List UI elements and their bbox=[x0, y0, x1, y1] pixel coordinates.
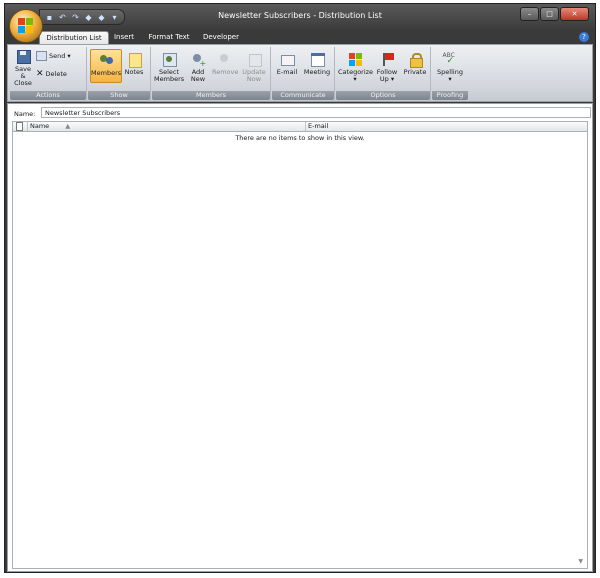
save-close-button[interactable]: Save & Close bbox=[12, 49, 34, 87]
lock-icon bbox=[408, 52, 423, 68]
group-members: Select Members + Add New Remove Update N… bbox=[152, 47, 271, 100]
outlook-window: ▪ ↶ ↷ ◆ ◆ ▾ Newsletter Subscribers - Dis… bbox=[4, 3, 596, 573]
remove-icon bbox=[218, 52, 233, 67]
spelling-button[interactable]: ABC ✓ Spelling ▾ bbox=[434, 49, 466, 83]
title-bar: ▪ ↶ ↷ ◆ ◆ ▾ Newsletter Subscribers - Dis… bbox=[5, 4, 595, 43]
office-logo-icon bbox=[18, 18, 33, 33]
group-label-actions: Actions bbox=[10, 91, 86, 100]
group-label-options: Options bbox=[336, 91, 430, 100]
tab-developer[interactable]: Developer bbox=[201, 31, 241, 44]
ribbon-tabs: Distribution List Insert Format Text Dev… bbox=[5, 30, 595, 45]
office-button[interactable] bbox=[9, 9, 43, 43]
send-button[interactable]: Send ▾ bbox=[36, 51, 71, 61]
members-view-button[interactable]: Members bbox=[90, 49, 122, 83]
categorize-icon bbox=[348, 52, 363, 67]
empty-list-message: There are no items to show in this view. bbox=[235, 134, 365, 142]
chevron-down-icon: ▾ bbox=[390, 75, 395, 83]
update-now-icon bbox=[247, 52, 262, 67]
delete-button[interactable]: ✕ Delete bbox=[36, 69, 67, 79]
notes-button[interactable]: Notes bbox=[122, 49, 146, 76]
name-field[interactable]: Newsletter Subscribers bbox=[41, 107, 591, 118]
minimize-button[interactable]: – bbox=[520, 7, 539, 21]
page-icon bbox=[16, 122, 23, 131]
window-title: Newsletter Subscribers - Distribution Li… bbox=[218, 11, 382, 20]
members-icon bbox=[99, 53, 114, 68]
select-members-button[interactable]: Select Members bbox=[154, 49, 184, 83]
send-icon bbox=[36, 51, 47, 61]
remove-button[interactable]: Remove bbox=[212, 49, 238, 76]
ribbon: Save & Close Send ▾ ✕ Delete Actions Mem… bbox=[7, 44, 593, 102]
delete-icon: ✕ bbox=[36, 69, 44, 79]
column-header-email[interactable]: E-mail bbox=[305, 122, 580, 131]
help-icon[interactable]: ? bbox=[579, 32, 589, 42]
sort-ascending-icon: ▲ bbox=[65, 122, 71, 130]
spelling-check-icon: ABC ✓ bbox=[442, 52, 455, 66]
group-actions: Save & Close Send ▾ ✕ Delete Actions bbox=[10, 47, 87, 100]
private-button[interactable]: Private bbox=[402, 49, 428, 76]
maximize-button[interactable]: □ bbox=[540, 7, 559, 21]
group-label-members: Members bbox=[152, 91, 270, 100]
column-header-name[interactable]: Name ▲ bbox=[27, 122, 306, 131]
members-list[interactable]: Name ▲ E-mail There are no items to show… bbox=[12, 121, 588, 569]
group-label-proofing: Proofing bbox=[432, 91, 468, 100]
scroll-down-icon[interactable]: ▼ bbox=[578, 558, 583, 565]
name-row: Name: Newsletter Subscribers bbox=[12, 107, 591, 120]
add-new-button[interactable]: + Add New bbox=[186, 49, 210, 83]
update-now-button[interactable]: Update Now bbox=[240, 49, 268, 83]
group-show: Members Notes Show bbox=[88, 47, 151, 100]
meeting-icon bbox=[310, 52, 325, 67]
chevron-down-icon: ▾ bbox=[448, 75, 452, 83]
name-label: Name: bbox=[14, 110, 36, 118]
chevron-down-icon: ▾ bbox=[67, 52, 71, 60]
tab-format-text[interactable]: Format Text bbox=[145, 31, 193, 44]
icon-column-header[interactable] bbox=[16, 122, 23, 131]
save-close-icon bbox=[16, 49, 31, 64]
list-header: Name ▲ E-mail bbox=[13, 122, 587, 132]
meeting-button[interactable]: Meeting bbox=[302, 49, 332, 76]
group-label-show: Show bbox=[88, 91, 150, 100]
add-new-icon: + bbox=[191, 52, 206, 68]
categorize-button[interactable]: Categorize ▾ bbox=[338, 49, 373, 83]
form-content: Name: Newsletter Subscribers Name ▲ E-ma… bbox=[7, 103, 593, 572]
follow-up-button[interactable]: Follow Up ▾ bbox=[374, 49, 400, 83]
group-options: Categorize ▾ Follow Up ▾ Private Options bbox=[336, 47, 431, 100]
close-button[interactable]: ✕ bbox=[560, 7, 589, 21]
flag-icon bbox=[380, 52, 395, 67]
group-communicate: E-mail Meeting Communicate bbox=[272, 47, 335, 100]
chevron-down-icon: ▾ bbox=[353, 75, 357, 83]
email-icon bbox=[280, 52, 295, 67]
notes-icon bbox=[127, 52, 142, 68]
group-proofing: ABC ✓ Spelling ▾ Proofing bbox=[432, 47, 468, 100]
email-button[interactable]: E-mail bbox=[274, 49, 300, 76]
tab-distribution-list[interactable]: Distribution List bbox=[39, 31, 109, 45]
group-label-communicate: Communicate bbox=[272, 91, 334, 100]
select-members-icon bbox=[162, 52, 177, 67]
window-controls: – □ ✕ bbox=[520, 7, 589, 21]
tab-insert[interactable]: Insert bbox=[111, 31, 137, 44]
